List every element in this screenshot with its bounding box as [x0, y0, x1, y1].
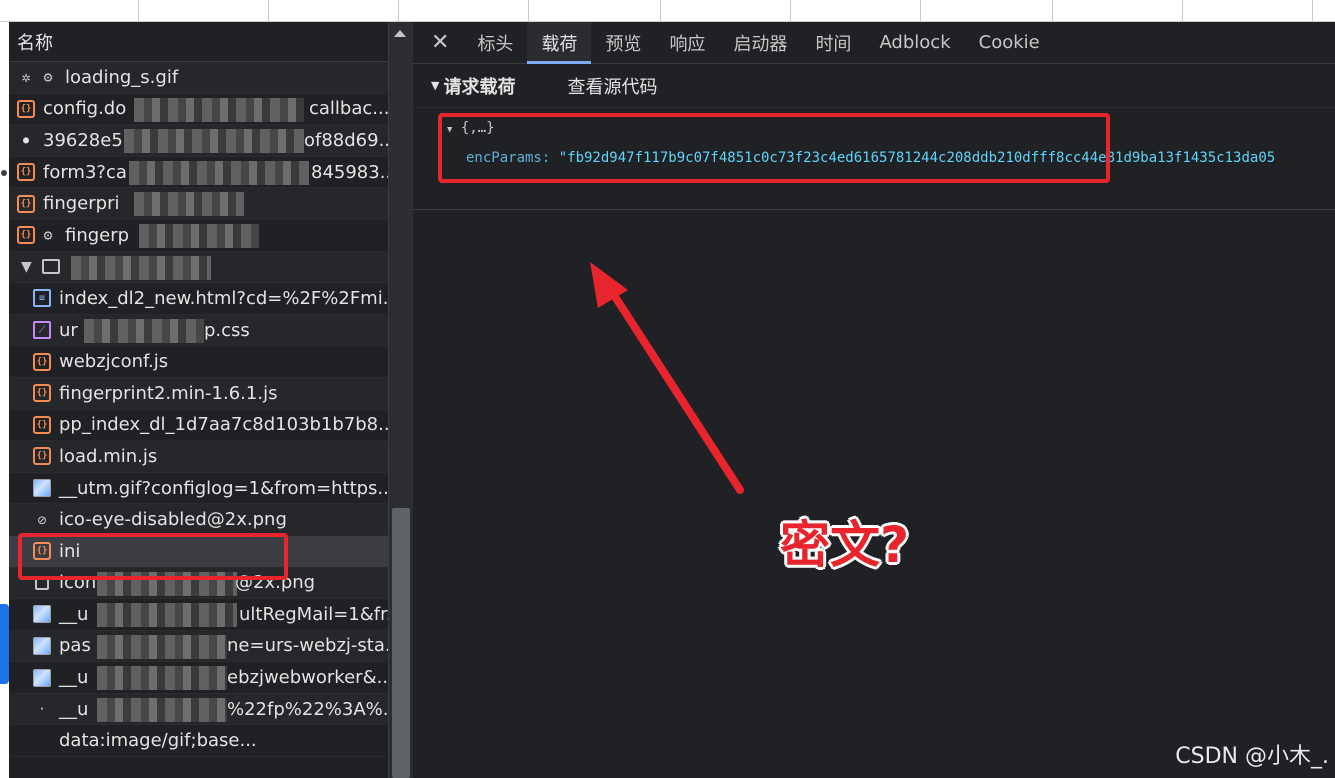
- annotation-text: 密文?: [780, 516, 910, 574]
- csdn-watermark: CSDN @小木_.: [1175, 744, 1329, 769]
- annotation-arrow: [590, 262, 744, 494]
- arrow-shaft: [608, 288, 744, 494]
